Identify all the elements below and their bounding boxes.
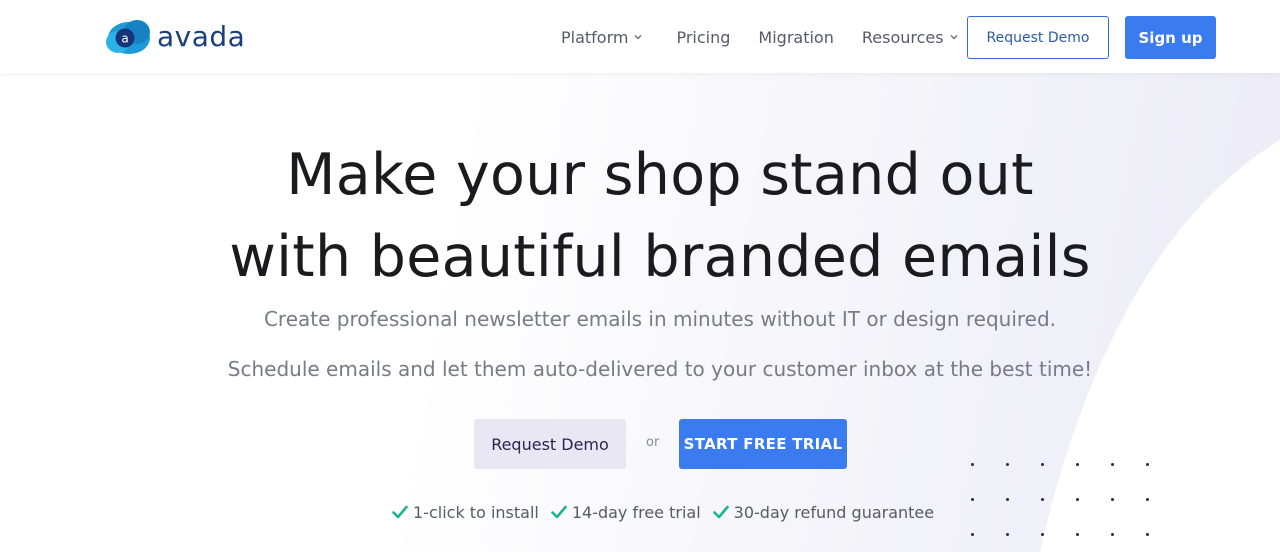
feature-label: 30-day refund guarantee (733, 502, 935, 522)
nav-platform[interactable]: Platform (561, 28, 642, 47)
hero-request-demo-button[interactable]: Request Demo (474, 419, 626, 469)
decorative-dot-grid (967, 459, 1157, 539)
check-icon (392, 505, 408, 519)
feature-item: 1-click to install (392, 503, 539, 522)
nav-resources-label: Resources (861, 27, 944, 47)
chevron-down-icon (950, 35, 958, 40)
feature-item: 30-day refund guarantee (712, 502, 935, 522)
nav-pricing[interactable]: Pricing (676, 28, 730, 47)
logo-letter: a (121, 32, 128, 46)
site-header: a avada Platform Pricing Migration Resou… (0, 0, 1280, 73)
hero-title: Make your shop stand out with beautiful … (0, 134, 1280, 298)
main-nav: Platform Pricing Migration Resources (561, 16, 958, 58)
decorative-dot (1041, 463, 1044, 466)
nav-platform-label: Platform (561, 27, 629, 47)
start-free-trial-button[interactable]: START FREE TRIAL (679, 419, 847, 469)
decorative-dot (971, 533, 974, 536)
header-request-demo-button[interactable]: Request Demo (967, 16, 1109, 59)
decorative-dot (1006, 463, 1009, 466)
decorative-dot (1041, 533, 1044, 536)
check-icon (551, 505, 567, 519)
decorative-dot (1076, 463, 1079, 466)
hero-title-line-1: Make your shop stand out (286, 142, 1034, 208)
nav-resources[interactable]: Resources (862, 28, 958, 47)
feature-item: 14-day free trial (551, 503, 701, 522)
decorative-dot (1146, 533, 1149, 536)
decorative-dot (1111, 463, 1114, 466)
hero-subtitle-2: Schedule emails and let them auto-delive… (227, 357, 1093, 381)
nav-pricing-label: Pricing (676, 27, 731, 47)
feature-label: 1-click to install (413, 502, 539, 522)
brand-logo[interactable]: a avada (105, 18, 245, 56)
hero-subtitle-1: Create professional newsletter emails in… (263, 307, 1057, 331)
decorative-dot (1041, 498, 1044, 501)
nav-migration-label: Migration (758, 27, 834, 47)
chevron-down-icon (635, 35, 642, 40)
decorative-dot (1111, 533, 1114, 536)
decorative-dot (1146, 463, 1149, 466)
decorative-dot (1076, 498, 1079, 501)
landing-page: a avada Platform Pricing Migration Resou… (0, 0, 1280, 552)
decorative-dot (971, 463, 974, 466)
signup-button[interactable]: Sign up (1125, 16, 1216, 59)
decorative-dot (1006, 533, 1009, 536)
check-icon (712, 505, 729, 519)
decorative-dot (971, 498, 974, 501)
cloud-logo-icon: a (105, 18, 151, 56)
decorative-dot (1146, 498, 1149, 501)
hero-title-line-2: with beautiful branded emails (229, 224, 1091, 290)
feature-list: 1-click to install 14-day free trial 30-… (392, 500, 946, 524)
decorative-dot (1006, 498, 1009, 501)
brand-name: avada (157, 20, 246, 53)
cta-or-text: or (646, 435, 660, 450)
nav-migration[interactable]: Migration (758, 28, 833, 47)
feature-label: 14-day free trial (571, 502, 701, 522)
decorative-dot (1111, 498, 1114, 501)
decorative-dot (1076, 533, 1079, 536)
